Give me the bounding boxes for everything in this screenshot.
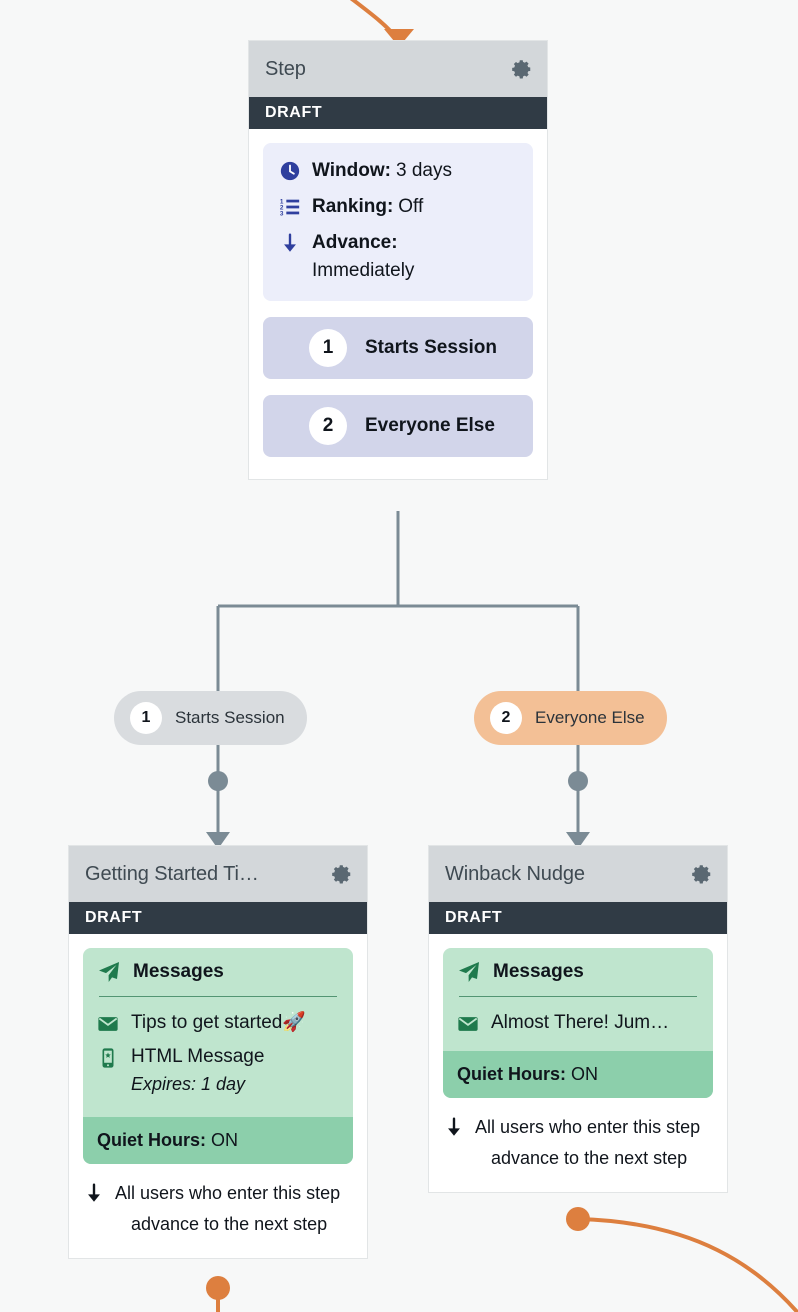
- getting-started-card-title: Getting Started Ti…: [85, 862, 259, 885]
- svg-text:3: 3: [280, 210, 284, 217]
- winback-card-header: Winback Nudge: [429, 846, 727, 902]
- winback-card-title: Winback Nudge: [445, 862, 585, 885]
- advance-footer: All users who enter this step advance to…: [443, 1098, 713, 1192]
- messages-panel: Messages Almost There! Jum… Quiet Hours:…: [443, 948, 713, 1098]
- messages-divider: [99, 996, 337, 997]
- messages-header-row: Messages: [97, 960, 339, 996]
- branch-pill-2-number: 2: [490, 702, 522, 734]
- step-card-status: DRAFT: [265, 104, 323, 121]
- step-branch-1[interactable]: 1 Starts Session: [263, 317, 533, 379]
- branch-pill-2-label: Everyone Else: [535, 708, 645, 727]
- message-item-title: HTML Message: [131, 1046, 265, 1067]
- quiet-hours-row: Quiet Hours: ON: [443, 1051, 713, 1098]
- message-item[interactable]: Tips to get started🚀: [97, 1009, 339, 1037]
- message-item[interactable]: HTML Message Expires: 1 day: [97, 1043, 339, 1097]
- step-info-panel: Window: 3 days 1 2 3 Ranking: Off Advanc…: [263, 143, 533, 301]
- getting-started-card[interactable]: Getting Started Ti… DRAFT Messages Tips …: [68, 845, 368, 1259]
- quiet-hours-value: ON: [211, 1130, 239, 1150]
- step-card-status-bar: DRAFT: [249, 97, 547, 129]
- gear-icon[interactable]: [511, 58, 533, 80]
- step-info-advance: Advance: Immediately: [279, 229, 517, 285]
- step-card[interactable]: Step DRAFT Window: 3 days 1 2 3 Ranking:…: [248, 40, 548, 480]
- quiet-hours-row: Quiet Hours: ON: [83, 1117, 353, 1164]
- flow-canvas: Step DRAFT Window: 3 days 1 2 3 Ranking:…: [0, 0, 798, 1312]
- clock-icon: [280, 161, 300, 181]
- advance-label: Advance:: [312, 232, 398, 253]
- numbered-list-icon: 1 2 3: [280, 198, 300, 217]
- winback-status: DRAFT: [445, 909, 503, 926]
- arrow-down-icon: [448, 1117, 460, 1136]
- mobile-push-icon: [102, 1048, 114, 1068]
- winback-nudge-card[interactable]: Winback Nudge DRAFT Messages Almost Ther…: [428, 845, 728, 1193]
- paper-plane-icon: [99, 962, 119, 982]
- advance-text-line2: advance to the next step: [131, 1214, 328, 1234]
- step-info-window: Window: 3 days: [279, 157, 517, 185]
- ranking-value: Off: [398, 196, 424, 217]
- envelope-icon: [458, 1017, 478, 1031]
- message-item[interactable]: Almost There! Jum…: [457, 1009, 699, 1037]
- ranking-label: Ranking:: [312, 196, 394, 217]
- arrow-down-icon: [88, 1183, 100, 1202]
- quiet-hours-label: Quiet Hours:: [97, 1130, 207, 1150]
- message-item-title: Almost There! Jum…: [491, 1012, 670, 1033]
- step-branch-2[interactable]: 2 Everyone Else: [263, 395, 533, 457]
- advance-text-line2: advance to the next step: [491, 1148, 688, 1168]
- message-item-expiry: Expires: 1 day: [131, 1074, 246, 1094]
- winback-status-bar: DRAFT: [429, 902, 727, 934]
- getting-started-card-header: Getting Started Ti…: [69, 846, 367, 902]
- messages-header-row: Messages: [457, 960, 699, 996]
- step-branch-2-label: Everyone Else: [365, 415, 495, 436]
- branch-pill-1-number: 1: [130, 702, 162, 734]
- messages-header-label: Messages: [133, 961, 224, 982]
- step-info-ranking: 1 2 3 Ranking: Off: [279, 193, 517, 221]
- message-item-title: Tips to get started🚀: [131, 1012, 307, 1033]
- branch-pill-1-label: Starts Session: [175, 708, 285, 727]
- step-card-title: Step: [265, 57, 306, 80]
- step-card-header: Step: [249, 41, 547, 97]
- window-label: Window:: [312, 160, 391, 181]
- advance-value: Immediately: [312, 260, 415, 281]
- step-branch-1-label: Starts Session: [365, 337, 497, 358]
- winback-body: Messages Almost There! Jum… Quiet Hours:…: [429, 934, 727, 1192]
- quiet-hours-value: ON: [571, 1064, 599, 1084]
- getting-started-status-bar: DRAFT: [69, 902, 367, 934]
- step-branch-1-number: 1: [309, 329, 347, 367]
- gear-icon[interactable]: [691, 863, 713, 885]
- window-value: 3 days: [395, 160, 452, 181]
- branch-pill-starts-session[interactable]: 1 Starts Session: [114, 691, 307, 745]
- getting-started-status: DRAFT: [85, 909, 143, 926]
- gear-icon[interactable]: [331, 863, 353, 885]
- step-branch-2-number: 2: [309, 407, 347, 445]
- getting-started-body: Messages Tips to get started🚀 HTML Messa…: [69, 934, 367, 1258]
- messages-panel: Messages Tips to get started🚀 HTML Messa…: [83, 948, 353, 1164]
- envelope-icon: [98, 1017, 118, 1031]
- messages-header-label: Messages: [493, 961, 584, 982]
- advance-text-line1: All users who enter this step: [115, 1183, 341, 1203]
- advance-text-line1: All users who enter this step: [475, 1117, 701, 1137]
- advance-footer: All users who enter this step advance to…: [83, 1164, 353, 1258]
- quiet-hours-label: Quiet Hours:: [457, 1064, 567, 1084]
- arrow-down-icon: [284, 233, 296, 252]
- paper-plane-icon: [459, 962, 479, 982]
- branch-pill-everyone-else[interactable]: 2 Everyone Else: [474, 691, 667, 745]
- messages-divider: [459, 996, 697, 997]
- step-card-body: Window: 3 days 1 2 3 Ranking: Off Advanc…: [249, 129, 547, 479]
